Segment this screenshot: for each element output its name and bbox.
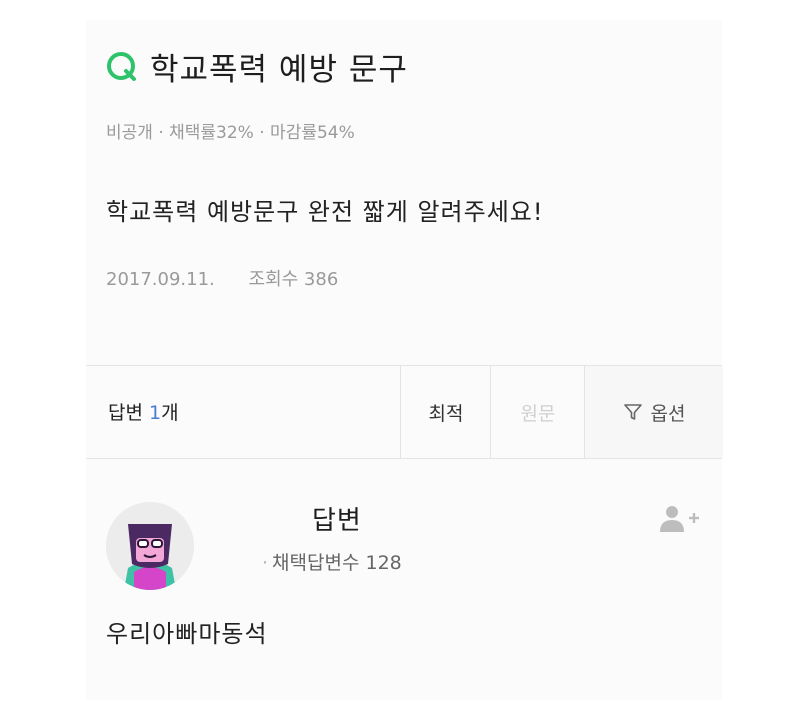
answer-body: 우리아빠마동석 — [106, 620, 268, 648]
answers-toolbar: 답변 1개 최적 원문 옵션 — [86, 365, 723, 459]
adopted-answer-count: 채택답변수 128 — [272, 552, 402, 574]
options-label: 옵션 — [650, 402, 686, 425]
answer-count-number: 1 — [149, 402, 162, 424]
options-button[interactable]: 옵션 — [584, 366, 723, 458]
answer-count: 답변 1개 — [108, 398, 179, 425]
sort-best-button[interactable]: 최적 — [400, 366, 491, 458]
question-info: 2017.09.11. 조회수 386 — [106, 265, 338, 291]
answer-label: 답변 — [108, 402, 143, 424]
question-date: 2017.09.11. — [106, 269, 215, 290]
question-meta: 비공개 · 채택률32% · 마감률54% — [106, 123, 355, 143]
stat-separator: · — [262, 552, 269, 574]
sort-original-button[interactable]: 원문 — [490, 366, 585, 458]
question-body: 학교폭력 예방문구 완전 짧게 알려주세요! — [106, 198, 544, 226]
question-title: 학교폭력 예방 문구 — [150, 52, 408, 88]
filter-icon — [623, 404, 642, 420]
answer-count-unit: 개 — [161, 402, 179, 424]
answer-author-stat: · 채택답변수 128 — [262, 548, 402, 575]
q-icon — [107, 51, 136, 81]
avatar[interactable] — [106, 502, 194, 590]
add-user-icon[interactable] — [656, 504, 700, 534]
question-header: 학교폭력 예방 문구 — [104, 44, 408, 89]
view-count: 조회수 386 — [248, 269, 339, 290]
avatar-illustration — [106, 502, 194, 590]
answer-author-label: 답변 — [312, 506, 362, 536]
